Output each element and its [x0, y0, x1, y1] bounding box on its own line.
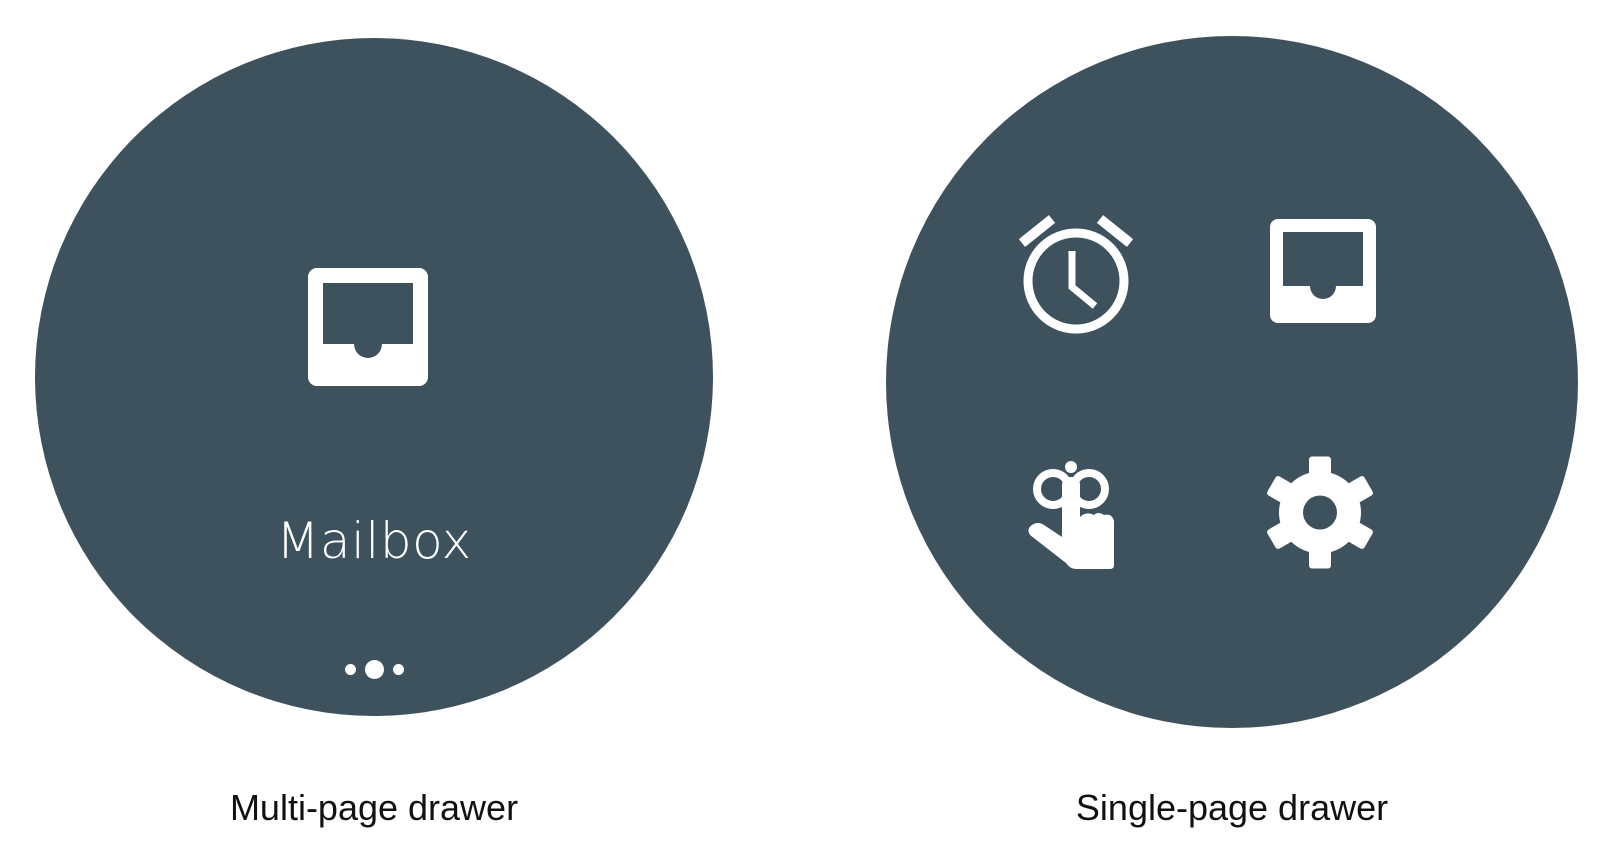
page-dot[interactable]	[392, 663, 404, 675]
page-dot[interactable]	[344, 663, 356, 675]
multi-page-drawer-watch-face: Mailbox	[35, 38, 713, 716]
inbox-icon[interactable]	[308, 268, 428, 386]
inbox-icon[interactable]	[1270, 219, 1376, 323]
page-dot-active[interactable]	[364, 659, 384, 679]
alarm-icon[interactable]	[1016, 211, 1136, 336]
settings-icon[interactable]	[1266, 456, 1374, 569]
single-page-drawer-caption: Single-page drawer	[1075, 787, 1389, 828]
page-indicator	[35, 654, 713, 684]
gesture-tap-icon[interactable]	[1026, 461, 1122, 571]
multi-page-drawer-caption: Multi-page drawer	[229, 787, 519, 828]
single-page-drawer-watch-face	[886, 36, 1578, 728]
drawer-title: Mailbox	[276, 512, 472, 570]
